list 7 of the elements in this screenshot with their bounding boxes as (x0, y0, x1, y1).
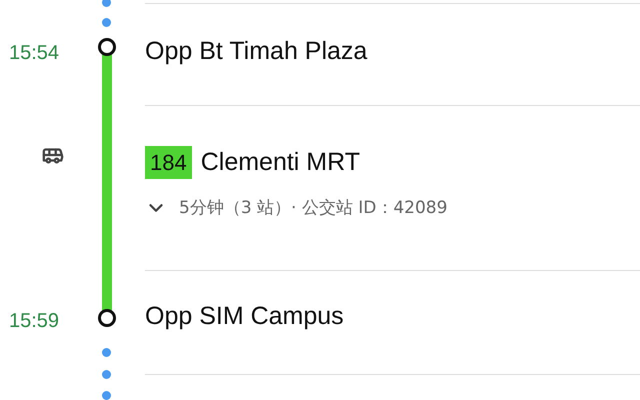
trip-details-toggle[interactable]: 5分钟（3 站）· 公交站 ID：42089 (145, 196, 640, 221)
arrival-time: 15:59 (9, 310, 60, 332)
route-badge: 184 (145, 146, 192, 180)
stop-name: Opp SIM Campus (145, 301, 345, 332)
stop-name: Opp Bt Timah Plaza (145, 36, 368, 67)
destination: Clementi MRT (200, 147, 360, 178)
departure-time: 15:54 (9, 42, 60, 64)
